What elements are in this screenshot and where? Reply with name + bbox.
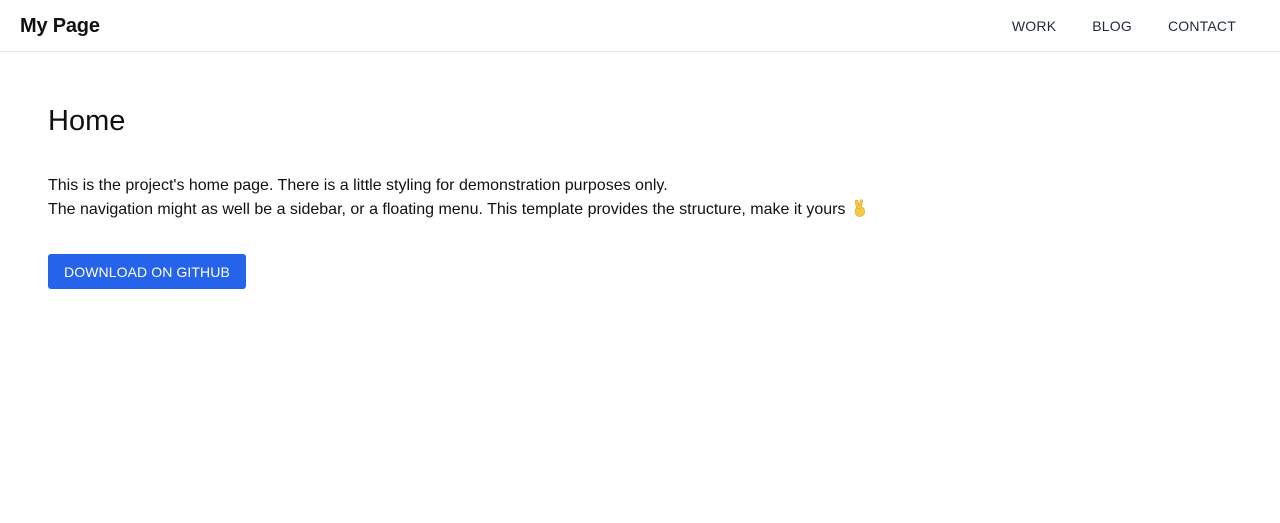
site-header: My Page WORK BLOG CONTACT — [0, 0, 1280, 52]
nav-link-work[interactable]: WORK — [1012, 17, 1056, 35]
main-nav: WORK BLOG CONTACT — [1012, 0, 1280, 52]
main-content: Home This is the project's home page. Th… — [48, 104, 1148, 289]
intro-paragraph: This is the project's home page. There i… — [48, 174, 1148, 222]
page-title: Home — [48, 105, 126, 137]
nav-link-contact[interactable]: CONTACT — [1168, 17, 1236, 35]
nav-link-blog[interactable]: BLOG — [1092, 17, 1132, 35]
victory-hand-icon — [854, 199, 865, 217]
intro-line-2: The navigation might as well be a sideba… — [48, 201, 846, 218]
intro-line-2-wrap: The navigation might as well be a sideba… — [48, 198, 1148, 222]
intro-line-1: This is the project's home page. There i… — [48, 177, 668, 194]
download-github-button[interactable]: DOWNLOAD ON GITHUB — [48, 254, 246, 289]
site-title[interactable]: My Page — [20, 14, 100, 38]
